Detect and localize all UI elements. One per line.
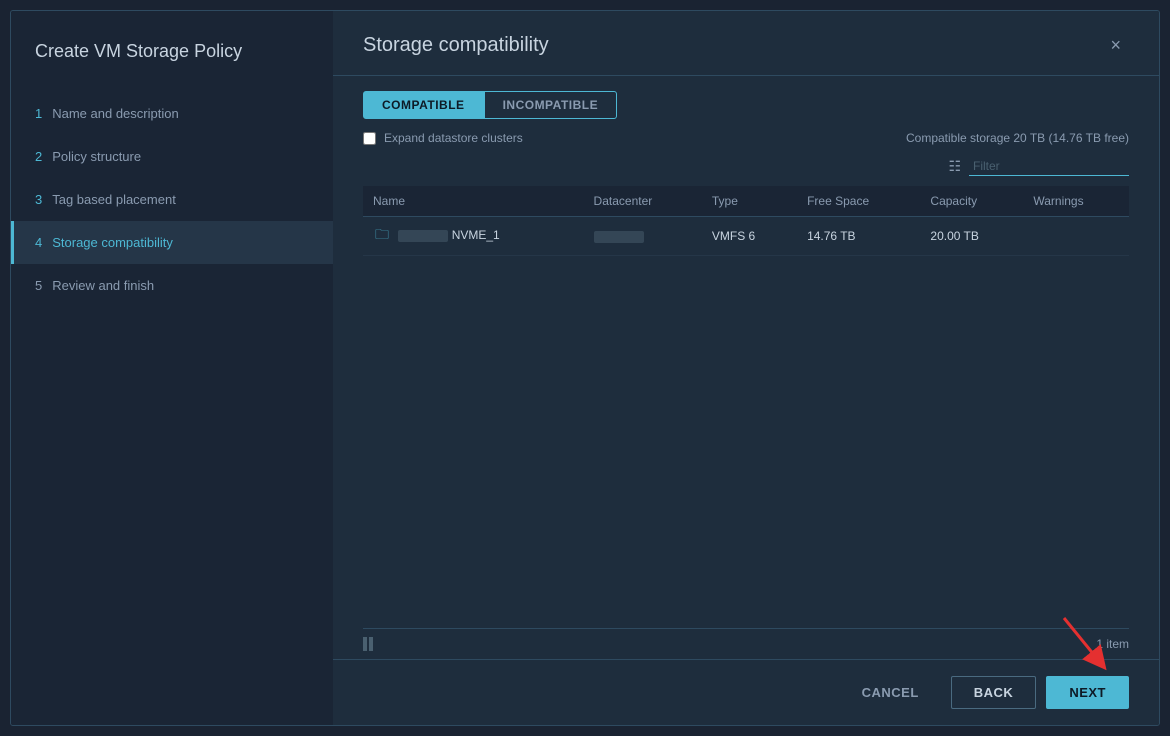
cell-freespace: 14.76 TB — [797, 217, 920, 256]
col-header-warnings: Warnings — [1023, 186, 1129, 217]
tab-bar: COMPATIBLE INCOMPATIBLE — [333, 76, 1159, 119]
step-num-5: 5 — [35, 278, 42, 293]
sidebar-item-tag-placement[interactable]: 3 Tag based placement — [11, 178, 333, 221]
col-header-capacity: Capacity — [920, 186, 1023, 217]
sidebar-item-review-finish[interactable]: 5 Review and finish — [11, 264, 333, 307]
filter-input[interactable] — [969, 157, 1129, 176]
cell-warnings — [1023, 217, 1129, 256]
step-num-4: 4 — [35, 235, 42, 250]
storage-table: Name Datacenter Type Free Space Capacity… — [363, 186, 1129, 256]
back-button[interactable]: BACK — [951, 676, 1037, 709]
compatible-storage-info: Compatible storage 20 TB (14.76 TB free) — [906, 131, 1129, 145]
cancel-button[interactable]: CANCEL — [840, 677, 941, 708]
filter-row: ☷ — [333, 157, 1159, 186]
main-header: Storage compatibility × — [333, 11, 1159, 76]
cell-capacity: 20.00 TB — [920, 217, 1023, 256]
sidebar-item-label-2: Policy structure — [52, 149, 141, 164]
datastore-name: NVME_1 — [452, 228, 500, 242]
sidebar-item-name-description[interactable]: 1 Name and description — [11, 92, 333, 135]
table-row[interactable]: 🗀 NVME_1 VMFS 6 14.76 TB 20.00 TB — [363, 217, 1129, 256]
cell-datacenter — [584, 217, 702, 256]
tab-incompatible[interactable]: INCOMPATIBLE — [484, 91, 618, 119]
storage-table-container: Name Datacenter Type Free Space Capacity… — [363, 186, 1129, 628]
cell-type: VMFS 6 — [702, 217, 797, 256]
step-num-3: 3 — [35, 192, 42, 207]
sidebar-title: Create VM Storage Policy — [11, 21, 333, 92]
next-button[interactable]: NEXT — [1046, 676, 1129, 709]
close-button[interactable]: × — [1102, 31, 1129, 60]
datastore-icon: 🗀 — [373, 227, 391, 245]
sidebar: Create VM Storage Policy 1 Name and desc… — [11, 11, 333, 725]
step-num-2: 2 — [35, 149, 42, 164]
sidebar-item-label-4: Storage compatibility — [52, 235, 173, 250]
main-title: Storage compatibility — [363, 34, 549, 57]
columns-toggle-icon[interactable] — [363, 637, 373, 651]
actions-bar: CANCEL BACK NEXT — [333, 659, 1159, 725]
main-content: Storage compatibility × COMPATIBLE INCOM… — [333, 11, 1159, 725]
sidebar-item-label-3: Tag based placement — [52, 192, 176, 207]
sidebar-item-label-5: Review and finish — [52, 278, 154, 293]
sidebar-item-label-1: Name and description — [52, 106, 178, 121]
datacenter-blurred-name — [398, 230, 448, 242]
filter-icon: ☷ — [948, 158, 961, 175]
create-vm-storage-policy-dialog: Create VM Storage Policy 1 Name and desc… — [10, 10, 1160, 726]
cell-name: 🗀 NVME_1 — [363, 217, 584, 256]
col-header-name: Name — [363, 186, 584, 217]
table-footer: 1 item — [363, 628, 1129, 659]
expand-datastore-checkbox[interactable] — [363, 132, 376, 145]
expand-datastore-text: Expand datastore clusters — [384, 131, 523, 145]
sidebar-item-storage-compat[interactable]: 4 Storage compatibility — [11, 221, 333, 264]
col-header-datacenter: Datacenter — [584, 186, 702, 217]
col-header-type: Type — [702, 186, 797, 217]
datacenter-blurred-value — [594, 231, 644, 243]
col-header-freespace: Free Space — [797, 186, 920, 217]
next-arrow-indicator — [1044, 613, 1114, 673]
sidebar-item-policy-structure[interactable]: 2 Policy structure — [11, 135, 333, 178]
tab-compatible[interactable]: COMPATIBLE — [363, 91, 484, 119]
expand-datastore-label[interactable]: Expand datastore clusters — [363, 131, 523, 145]
step-num-1: 1 — [35, 106, 42, 121]
table-header-row: Name Datacenter Type Free Space Capacity… — [363, 186, 1129, 217]
toolbar-row: Expand datastore clusters Compatible sto… — [333, 119, 1159, 157]
